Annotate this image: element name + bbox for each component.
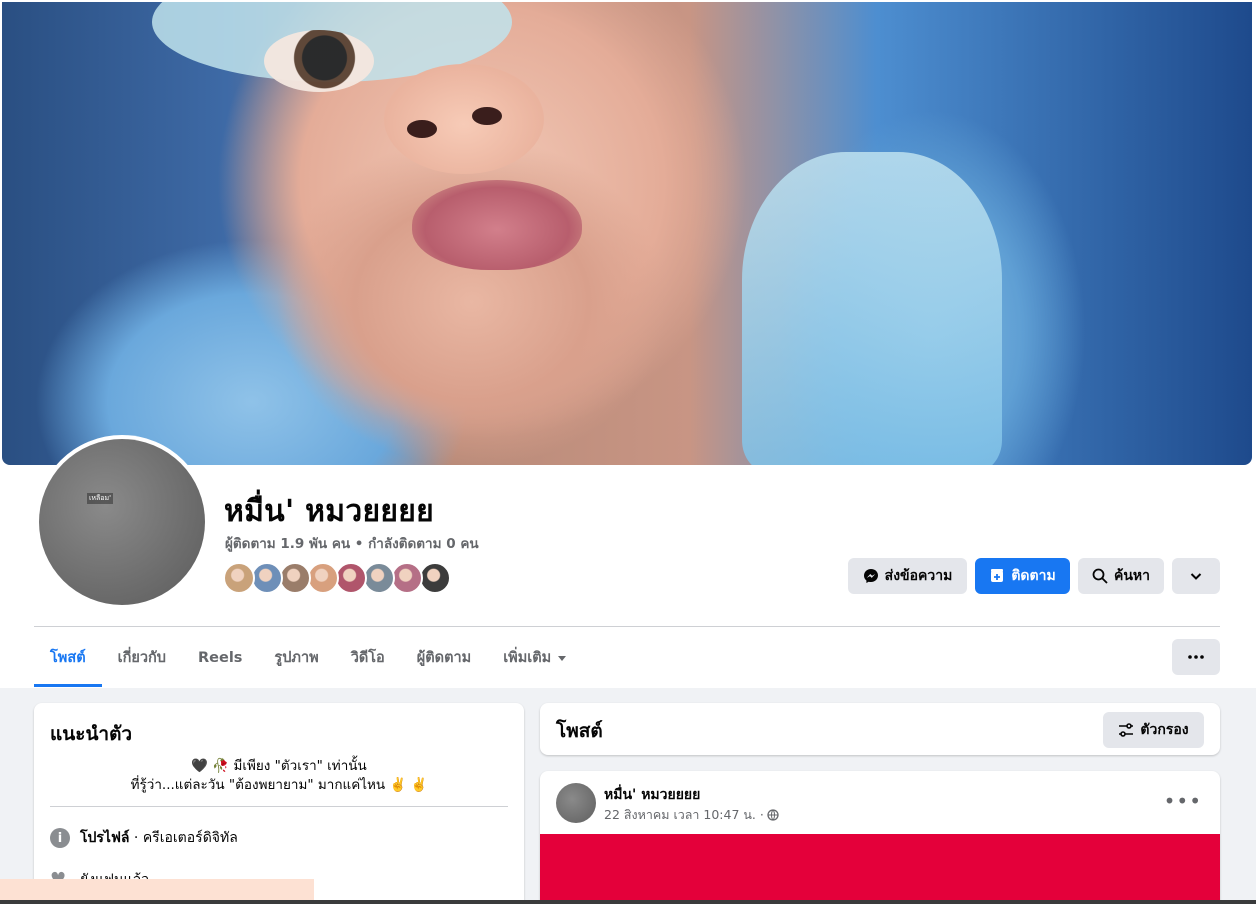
follower-avatar[interactable] — [391, 562, 423, 594]
follower-stats[interactable]: ผู้ติดตาม 1.9 พัน คน • กำลังติดตาม 0 คน — [225, 532, 479, 554]
post-author-avatar[interactable] — [556, 783, 596, 823]
follower-avatar[interactable] — [223, 562, 255, 594]
profile-tabs: โพสต์ เกี่ยวกับ Reels รูปภาพ วิดีโอ ผู้ต… — [34, 628, 583, 687]
cover-nostril — [407, 120, 437, 138]
cover-photo[interactable] — [2, 2, 1252, 465]
tab-more[interactable]: เพิ่มเติม — [487, 628, 583, 687]
more-options-button[interactable] — [1172, 558, 1220, 594]
intro-bio: 🖤 🥀 มีเพียง "ตัวเรา" เท่านั้น ที่รู้ว่า.… — [34, 757, 524, 795]
intro-card: แนะนำตัว 🖤 🥀 มีเพียง "ตัวเรา" เท่านั้น ท… — [34, 703, 524, 904]
tab-videos[interactable]: วิดีโอ — [335, 628, 401, 687]
follow-button[interactable]: ติดตาม — [975, 558, 1070, 594]
profile-label: โปรไฟล์ — [80, 830, 130, 846]
intro-title: แนะนำตัว — [50, 723, 133, 745]
filter-icon — [1118, 723, 1134, 737]
tab-more-label: เพิ่มเติม — [503, 650, 552, 666]
bottom-edge — [0, 900, 1256, 904]
cover-nostril — [472, 107, 502, 125]
bio-line-1: 🖤 🥀 มีเพียง "ตัวเรา" เท่านั้น — [191, 758, 367, 774]
tab-reels[interactable]: Reels — [182, 628, 258, 687]
follower-avatar[interactable] — [363, 562, 395, 594]
send-message-button[interactable]: ส่งข้อความ — [848, 558, 967, 594]
cover-eye-shape — [264, 30, 374, 92]
follower-avatar[interactable] — [335, 562, 367, 594]
search-button[interactable]: ค้นหา — [1078, 558, 1164, 594]
post-card: หมื่น' หมวยยยย 22 สิงหาคม เวลา 10:47 น. … — [540, 771, 1220, 904]
intro-profile-text: โปรไฟล์ · ครีเอเตอร์ดิจิทัล — [80, 827, 238, 849]
globe-icon — [767, 809, 779, 821]
follower-avatar[interactable] — [279, 562, 311, 594]
cover-nose-shape — [384, 64, 544, 174]
post-options-icon[interactable]: ••• — [1164, 789, 1202, 813]
post-time-text: 22 สิงหาคม เวลา 10:47 น. · — [604, 807, 764, 822]
follower-avatar[interactable] — [307, 562, 339, 594]
tab-posts[interactable]: โพสต์ — [34, 628, 102, 687]
intro-profile-row: i โปรไฟล์ · ครีเอเตอร์ดิจิทัล — [50, 827, 238, 849]
follower-avatars[interactable] — [223, 562, 451, 594]
messenger-icon — [863, 568, 879, 584]
avatar-image: เหลือม' — [39, 439, 205, 605]
cover-lips-shape — [412, 180, 582, 270]
search-icon — [1092, 568, 1108, 584]
post-timestamp[interactable]: 22 สิงหาคม เวลา 10:47 น. · — [604, 805, 779, 825]
tab-photos[interactable]: รูปภาพ — [258, 628, 334, 687]
header-divider — [34, 626, 1220, 627]
ellipsis-icon — [1188, 655, 1204, 659]
filter-button[interactable]: ตัวกรอง — [1103, 712, 1204, 748]
avatar-caption: เหลือม' — [87, 493, 114, 504]
post-author-name[interactable]: หมื่น' หมวยยยย — [604, 784, 700, 806]
follower-avatar[interactable] — [419, 562, 451, 594]
posts-title: โพสต์ — [556, 720, 603, 742]
profile-name: หมื่น' หมวยยยย — [224, 494, 434, 529]
filter-label: ตัวกรอง — [1140, 722, 1189, 738]
follower-avatar[interactable] — [251, 562, 283, 594]
follow-icon — [989, 568, 1005, 584]
post-media[interactable] — [540, 834, 1220, 904]
follow-label: ติดตาม — [1011, 568, 1056, 584]
search-label: ค้นหา — [1113, 568, 1151, 584]
tab-about[interactable]: เกี่ยวกับ — [102, 628, 182, 687]
chevron-down-icon — [1189, 569, 1203, 583]
caret-down-icon — [557, 653, 567, 663]
intro-divider — [50, 806, 508, 807]
send-message-label: ส่งข้อความ — [884, 568, 953, 584]
tabs-more-button[interactable] — [1172, 639, 1220, 675]
profile-category: · ครีเอเตอร์ดิจิทัล — [129, 830, 238, 846]
posts-header-card: โพสต์ ตัวกรอง — [540, 703, 1220, 755]
profile-avatar[interactable]: เหลือม' — [35, 435, 209, 609]
tab-followers[interactable]: ผู้ติดตาม — [401, 628, 487, 687]
info-icon: i — [50, 828, 70, 848]
bio-line-2: ที่รู้ว่า...แต่ละวัน "ต้องพยายาม" มากแค่… — [130, 777, 428, 793]
cover-sleeve-shape — [742, 152, 1002, 465]
